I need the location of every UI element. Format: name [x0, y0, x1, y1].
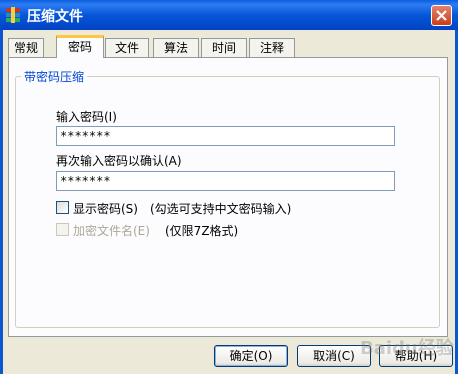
tab-general[interactable]: 常规	[8, 38, 44, 57]
group-title: 带密码压缩	[21, 68, 88, 85]
window-frame-left	[0, 30, 3, 374]
password-label: 输入密码(I)	[56, 110, 117, 124]
show-password-hint: (勾选可支持中文密码输入)	[150, 202, 292, 216]
show-password-checkbox[interactable]	[56, 201, 69, 214]
ok-button[interactable]: 确定(O)	[214, 345, 288, 367]
tab-files[interactable]: 文件	[105, 38, 149, 57]
confirm-password-label: 再次输入密码以确认(A)	[56, 154, 182, 168]
tab-algorithm[interactable]: 算法	[153, 38, 199, 57]
encrypt-filenames-label: 加密文件名(E)	[73, 224, 150, 238]
compress-dialog: 压缩文件 常规 密码 文件 算法 时间 注释 带密码压缩 输入密码(I) ***…	[0, 0, 458, 374]
window-title: 压缩文件	[27, 9, 83, 25]
close-icon	[436, 10, 447, 21]
password-field[interactable]: *******	[56, 126, 395, 146]
archive-icon	[6, 7, 20, 23]
tab-time[interactable]: 时间	[201, 38, 247, 57]
watermark: Baidu经验	[360, 338, 454, 359]
encrypt-filenames-checkbox[interactable]	[56, 223, 69, 236]
show-password-label[interactable]: 显示密码(S)	[73, 200, 138, 217]
encrypt-filenames-hint: (仅限7Z格式)	[165, 224, 239, 238]
confirm-password-field[interactable]: *******	[56, 171, 395, 191]
tab-comment[interactable]: 注释	[249, 38, 295, 57]
tab-password[interactable]: 密码	[56, 35, 104, 58]
close-button[interactable]	[431, 5, 452, 26]
title-bar[interactable]: 压缩文件	[0, 0, 458, 30]
